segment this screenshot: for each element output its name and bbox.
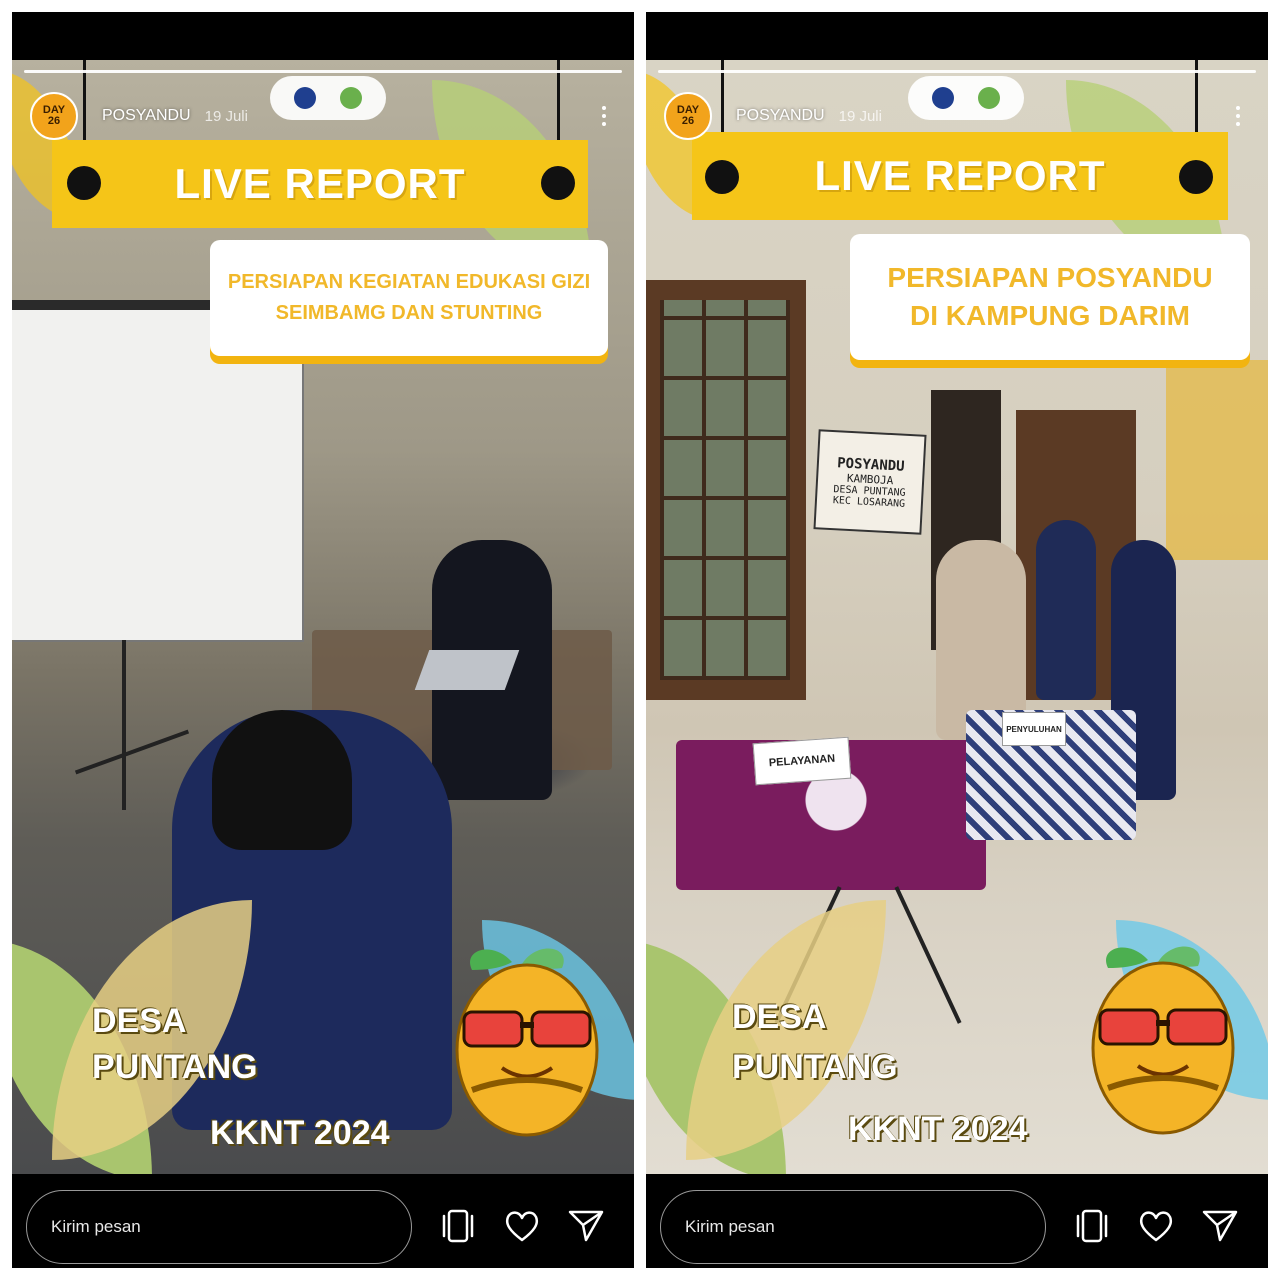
live-report-banner: LIVE REPORT — [52, 140, 588, 228]
banner-title: LIVE REPORT — [814, 152, 1106, 199]
avatar-text-number: 26 — [47, 115, 61, 127]
story-header: DAY 26 POSYANDU 19 Juli — [664, 92, 1254, 140]
status-area — [12, 12, 634, 60]
story-progress-bar — [24, 70, 622, 73]
subtitle-line-1: PERSIAPAN KEGIATAN EDUKASI GIZI — [227, 271, 591, 293]
heart-icon[interactable] — [1134, 1204, 1178, 1248]
story-date: 19 Juli — [838, 107, 882, 125]
send-icon[interactable] — [1198, 1204, 1242, 1248]
foreground-hijab — [212, 710, 352, 850]
subtitle-line-2: DI KAMPUNG DARIM — [910, 300, 1190, 331]
screen-tripod — [122, 640, 126, 810]
right-wall — [1166, 360, 1268, 560]
hanger-dot — [705, 160, 739, 194]
subtitle-line-1: PERSIAPAN POSYANDU — [887, 262, 1213, 293]
more-options-icon[interactable] — [600, 106, 608, 126]
message-input[interactable] — [26, 1190, 412, 1264]
program-label: KKNT 2024 — [210, 1114, 390, 1152]
username[interactable]: POSYANDU — [102, 107, 191, 125]
more-options-icon[interactable] — [1234, 106, 1242, 126]
repost-icon[interactable] — [1070, 1204, 1114, 1248]
status-area — [646, 12, 1268, 60]
activity-subtitle-card: PERSIAPAN POSYANDU DI KAMPUNG DARIM — [850, 234, 1250, 360]
village-label-line-2: PUNTANG — [732, 1048, 898, 1086]
story-media[interactable]: LIVE REPORT PERSIAPAN KEGIATAN EDUKASI G… — [12, 60, 634, 1174]
mango-mascot-sticker — [1091, 946, 1235, 1135]
hanger-dot — [1179, 160, 1213, 194]
live-report-banner: LIVE REPORT — [692, 132, 1228, 220]
person-navy-1 — [1036, 520, 1096, 700]
message-input[interactable] — [660, 1190, 1046, 1264]
hanger-dot — [67, 166, 101, 200]
story-date: 19 Juli — [204, 107, 248, 125]
story-panel-right: POSYANDU KAMBOJA DESA PUNTANG KEC LOSARA… — [646, 12, 1268, 1268]
subtitle-line-2: SEIMBAMG DAN STUNTING — [275, 302, 543, 324]
heart-icon[interactable] — [500, 1204, 544, 1248]
username[interactable]: POSYANDU — [736, 107, 825, 125]
village-label: DESA PUNTANG — [732, 992, 898, 1092]
mango-mascot-sticker — [455, 948, 599, 1137]
banner-title: LIVE REPORT — [174, 160, 466, 207]
repost-icon[interactable] — [436, 1204, 480, 1248]
reply-bar — [12, 1174, 634, 1268]
avatar[interactable]: DAY 26 — [664, 92, 712, 140]
village-label-line-1: DESA — [92, 1002, 187, 1040]
hanger-dot — [541, 166, 575, 200]
window-glass — [660, 300, 790, 680]
activity-subtitle-card: PERSIAPAN KEGIATAN EDUKASI GIZI SEIMBAMG… — [210, 240, 608, 356]
table-label-right: PENYULUHAN — [1002, 712, 1066, 746]
story-header: DAY 26 POSYANDU 19 Juli — [30, 92, 620, 140]
laptop — [414, 650, 520, 690]
send-icon[interactable] — [564, 1204, 608, 1248]
avatar-text-number: 26 — [681, 115, 695, 127]
table-label-left-text: PELAYANAN — [768, 752, 836, 770]
table-label-left: PELAYANAN — [752, 736, 852, 786]
posyandu-sign: POSYANDU KAMBOJA DESA PUNTANG KEC LOSARA… — [813, 429, 927, 535]
avatar[interactable]: DAY 26 — [30, 92, 78, 140]
program-label: KKNT 2024 — [848, 1110, 1028, 1148]
village-label-line-1: DESA — [732, 998, 827, 1036]
village-label: DESA PUNTANG — [92, 998, 258, 1090]
village-label-line-2: PUNTANG — [92, 1048, 258, 1086]
table-label-right-text: PENYULUHAN — [1006, 724, 1062, 734]
reply-bar — [646, 1174, 1268, 1268]
story-panel-left: LIVE REPORT PERSIAPAN KEGIATAN EDUKASI G… — [12, 12, 634, 1268]
story-media[interactable]: POSYANDU KAMBOJA DESA PUNTANG KEC LOSARA… — [646, 60, 1268, 1174]
story-progress-bar — [658, 70, 1256, 73]
